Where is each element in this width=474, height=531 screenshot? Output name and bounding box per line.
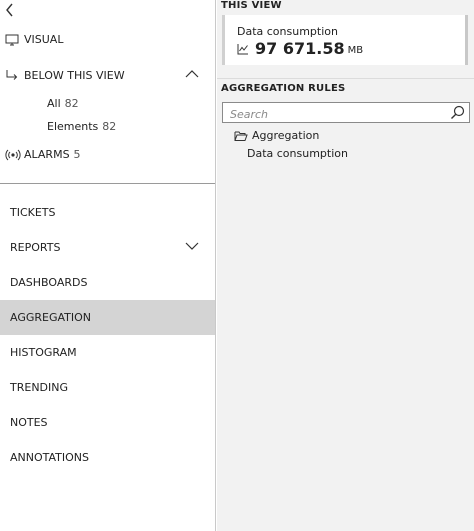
menu-item-label: TRENDING [10, 381, 69, 394]
all-count: 82 [64, 97, 79, 110]
trend-chart-icon [237, 43, 249, 55]
alarms-item[interactable]: ALARMS 5 [5, 148, 81, 161]
menu-item-dashboards[interactable]: DASHBOARDS [0, 265, 215, 300]
card-value: 97 671.58 [255, 39, 345, 58]
hierarchy-arrow-icon [5, 69, 19, 82]
open-folder-icon [234, 130, 248, 142]
card-unit: MB [347, 45, 364, 56]
menu-item-label: AGGREGATION [10, 311, 92, 324]
navigation-panel: VISUAL BELOW THIS VIEW All 82 Elements 8… [0, 0, 216, 531]
tree-folder-aggregation[interactable]: Aggregation [234, 129, 319, 142]
menu-item-annotations[interactable]: ANNOTATIONS [0, 440, 215, 475]
card-value-row: 97 671.58 MB [237, 39, 363, 58]
chevron-up-icon[interactable] [185, 69, 199, 82]
section-divider [0, 183, 215, 184]
menu-item-notes[interactable]: NOTES [0, 405, 215, 440]
menu-item-aggregation[interactable]: AGGREGATION [0, 300, 215, 335]
back-arrow-icon[interactable] [4, 2, 20, 18]
tree-folder-label: Aggregation [252, 129, 320, 142]
menu-item-reports[interactable]: REPORTS [0, 230, 215, 265]
alarms-label: ALARMS [24, 148, 70, 161]
visual-item[interactable]: VISUAL [5, 33, 63, 46]
all-label: All [47, 97, 61, 110]
menu-item-label: ANNOTATIONS [10, 451, 90, 464]
alarms-count: 5 [73, 148, 81, 161]
menu-item-trending[interactable]: TRENDING [0, 370, 215, 405]
aggregation-rules-heading: AGGREGATION RULES [221, 83, 346, 94]
menu-item-label: REPORTS [10, 241, 61, 254]
below-this-view-label: BELOW THIS VIEW [24, 69, 125, 82]
menu-item-label: NOTES [10, 416, 48, 429]
menu-item-histogram[interactable]: HISTOGRAM [0, 335, 215, 370]
search-box [222, 102, 470, 124]
menu-item-label: TICKETS [10, 206, 56, 219]
broadcast-icon [5, 149, 21, 161]
menu-item-tickets[interactable]: TICKETS [0, 195, 215, 230]
menu-item-label: DASHBOARDS [10, 276, 88, 289]
monitor-icon [5, 34, 19, 46]
all-filter-item[interactable]: All 82 [47, 97, 79, 110]
section-divider [217, 78, 474, 79]
elements-count: 82 [102, 120, 117, 133]
card-title: Data consumption [237, 25, 338, 38]
search-icon[interactable] [450, 105, 465, 124]
search-input[interactable] [228, 105, 442, 124]
menu-item-label: HISTOGRAM [10, 346, 77, 359]
details-panel: THIS VIEW Data consumption 97 671.58 MB … [217, 0, 474, 531]
tree-item-data-consumption[interactable]: Data consumption [247, 147, 348, 160]
below-this-view-item[interactable]: BELOW THIS VIEW [5, 69, 205, 82]
tree-item-label: Data consumption [247, 147, 348, 160]
visual-label: VISUAL [24, 33, 64, 46]
chevron-down-icon[interactable] [185, 241, 199, 254]
data-consumption-card[interactable]: Data consumption 97 671.58 MB [222, 15, 468, 65]
elements-filter-item[interactable]: Elements 82 [47, 120, 116, 133]
elements-label: Elements [47, 120, 99, 133]
this-view-heading: THIS VIEW [221, 0, 282, 11]
